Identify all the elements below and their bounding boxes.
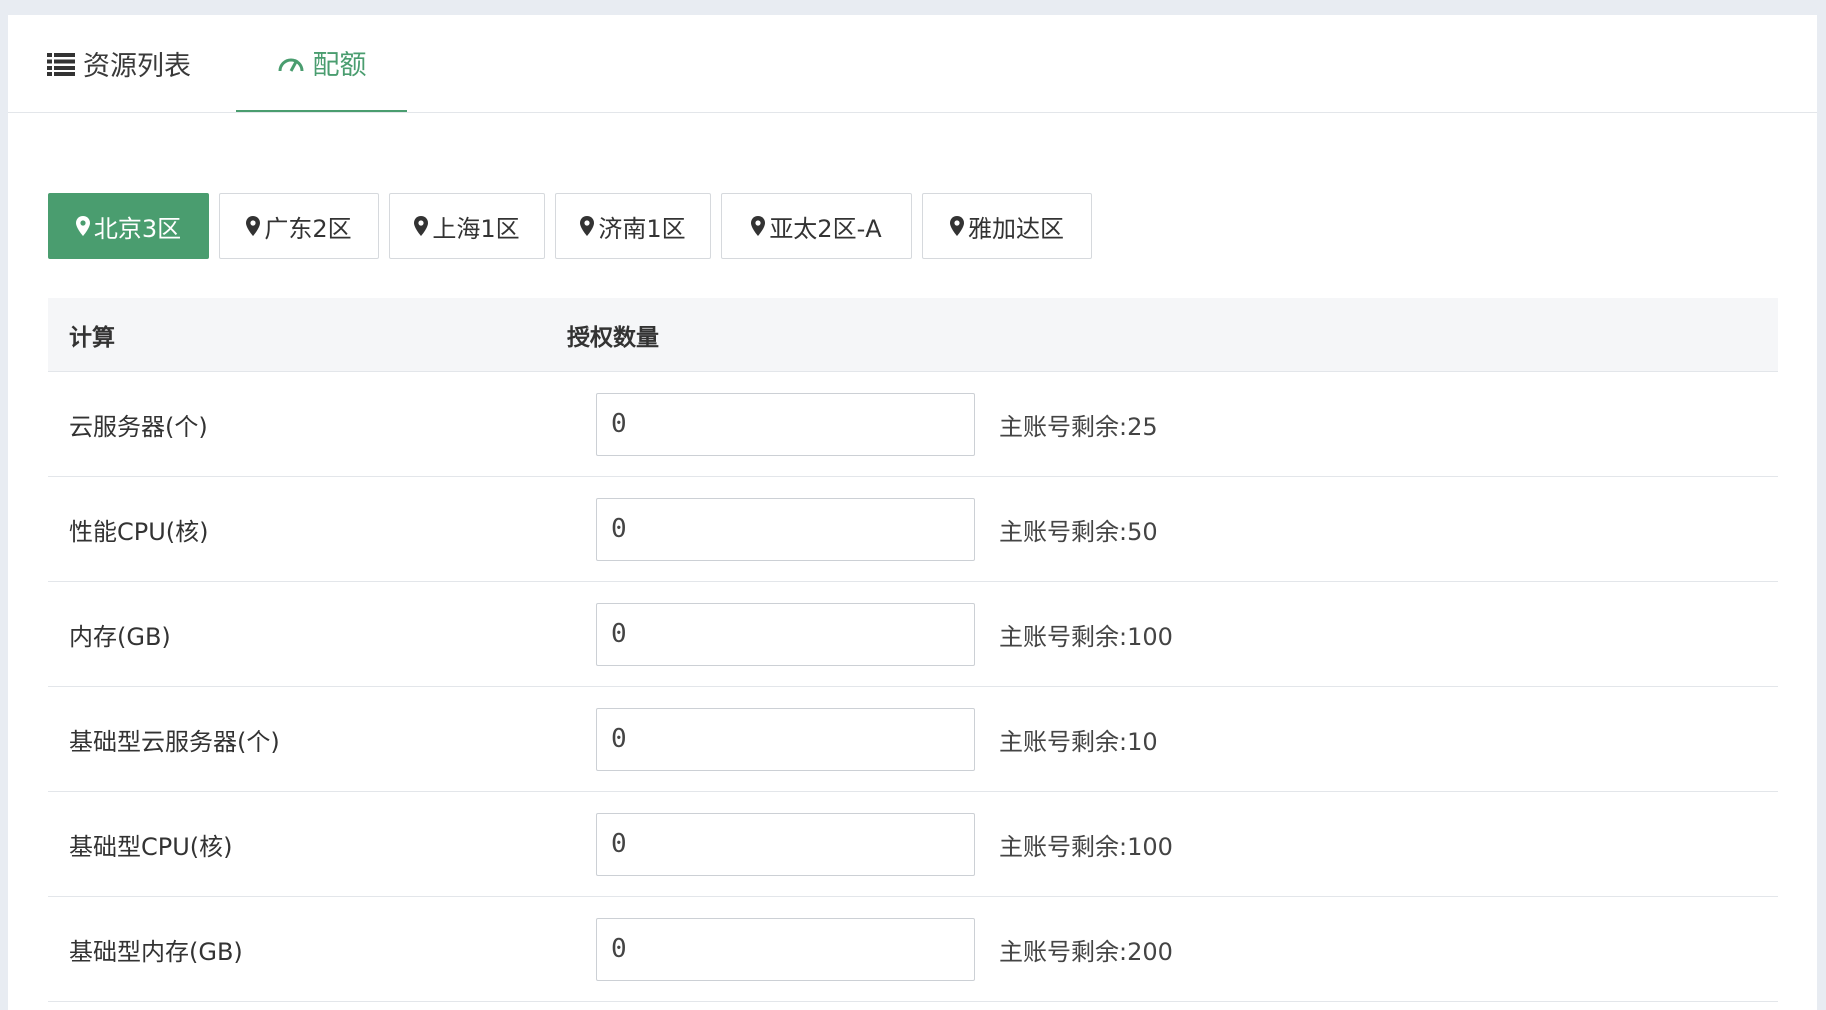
region-button[interactable]: 上海1区 <box>389 193 545 259</box>
resource-name: 性能CPU(核) <box>69 517 209 546</box>
map-pin-icon <box>950 216 964 236</box>
table-row: 内存(GB) 主账号剩余:100 <box>48 582 1778 687</box>
map-pin-icon <box>751 216 766 236</box>
quota-input[interactable] <box>596 917 975 981</box>
tab-resource-list[interactable]: 资源列表 <box>47 15 191 112</box>
region-button[interactable]: 济南1区 <box>555 193 711 259</box>
quota-input[interactable] <box>596 497 975 561</box>
quota-table: 计算 授权数量 云服务器(个) 主账号剩余:25 性能CPU(核) 主账号剩余:50 内… <box>48 298 1778 1002</box>
header-compute: 计算 <box>69 324 115 351</box>
region-button-label: 亚太2区-A <box>769 214 882 243</box>
map-pin-icon <box>246 216 261 236</box>
remaining-quota: 主账号剩余:25 <box>999 412 1158 441</box>
quota-input[interactable] <box>596 707 975 771</box>
resource-name: 云服务器(个) <box>69 412 208 441</box>
tab-resource-list-label: 资源列表 <box>83 51 191 82</box>
quota-panel: 资源列表 配额 北京3区 广东2区 上海1区 济南1区 亚太2区-A 雅加达区 计算 授权… <box>8 15 1817 1010</box>
table-row: 性能CPU(核) 主账号剩余:50 <box>48 477 1778 582</box>
header-authorized-quantity: 授权数量 <box>567 324 659 351</box>
table-row: 基础型CPU(核) 主账号剩余:100 <box>48 792 1778 897</box>
region-button[interactable]: 雅加达区 <box>922 193 1092 259</box>
gauge-icon <box>277 53 305 73</box>
region-button-label: 雅加达区 <box>968 214 1064 243</box>
region-button-label: 广东2区 <box>264 214 352 243</box>
region-button[interactable]: 广东2区 <box>219 193 379 259</box>
table-row: 基础型云服务器(个) 主账号剩余:10 <box>48 687 1778 792</box>
region-button[interactable]: 北京3区 <box>48 193 209 259</box>
table-row: 基础型内存(GB) 主账号剩余:200 <box>48 897 1778 1002</box>
region-button-label: 上海1区 <box>432 214 520 243</box>
resource-name: 基础型云服务器(个) <box>69 727 280 756</box>
quota-input[interactable] <box>596 392 975 456</box>
table-body: 云服务器(个) 主账号剩余:25 性能CPU(核) 主账号剩余:50 内存(GB) 主账号… <box>48 372 1778 1002</box>
remaining-quota: 主账号剩余:200 <box>999 937 1173 966</box>
remaining-quota: 主账号剩余:100 <box>999 832 1173 861</box>
resource-name: 基础型CPU(核) <box>69 832 233 861</box>
map-pin-icon <box>414 216 429 236</box>
region-button-label: 北京3区 <box>93 214 182 243</box>
region-button-label: 济南1区 <box>598 214 686 243</box>
map-pin-icon <box>580 216 595 236</box>
resource-name: 内存(GB) <box>69 622 171 651</box>
resource-name: 基础型内存(GB) <box>69 937 243 966</box>
remaining-quota: 主账号剩余:10 <box>999 727 1158 756</box>
tab-bar: 资源列表 配额 <box>8 15 1817 113</box>
table-header: 计算 授权数量 <box>48 298 1778 372</box>
region-button[interactable]: 亚太2区-A <box>721 193 912 259</box>
tab-quota-label: 配额 <box>312 50 367 81</box>
remaining-quota: 主账号剩余:50 <box>999 517 1158 546</box>
map-pin-icon <box>75 216 90 236</box>
table-row: 云服务器(个) 主账号剩余:25 <box>48 372 1778 477</box>
remaining-quota: 主账号剩余:100 <box>999 622 1173 651</box>
region-selector: 北京3区 广东2区 上海1区 济南1区 亚太2区-A 雅加达区 <box>48 193 1092 259</box>
quota-input[interactable] <box>596 602 975 666</box>
list-icon <box>47 52 75 76</box>
tab-quota[interactable]: 配额 <box>236 15 407 112</box>
quota-input[interactable] <box>596 812 975 876</box>
